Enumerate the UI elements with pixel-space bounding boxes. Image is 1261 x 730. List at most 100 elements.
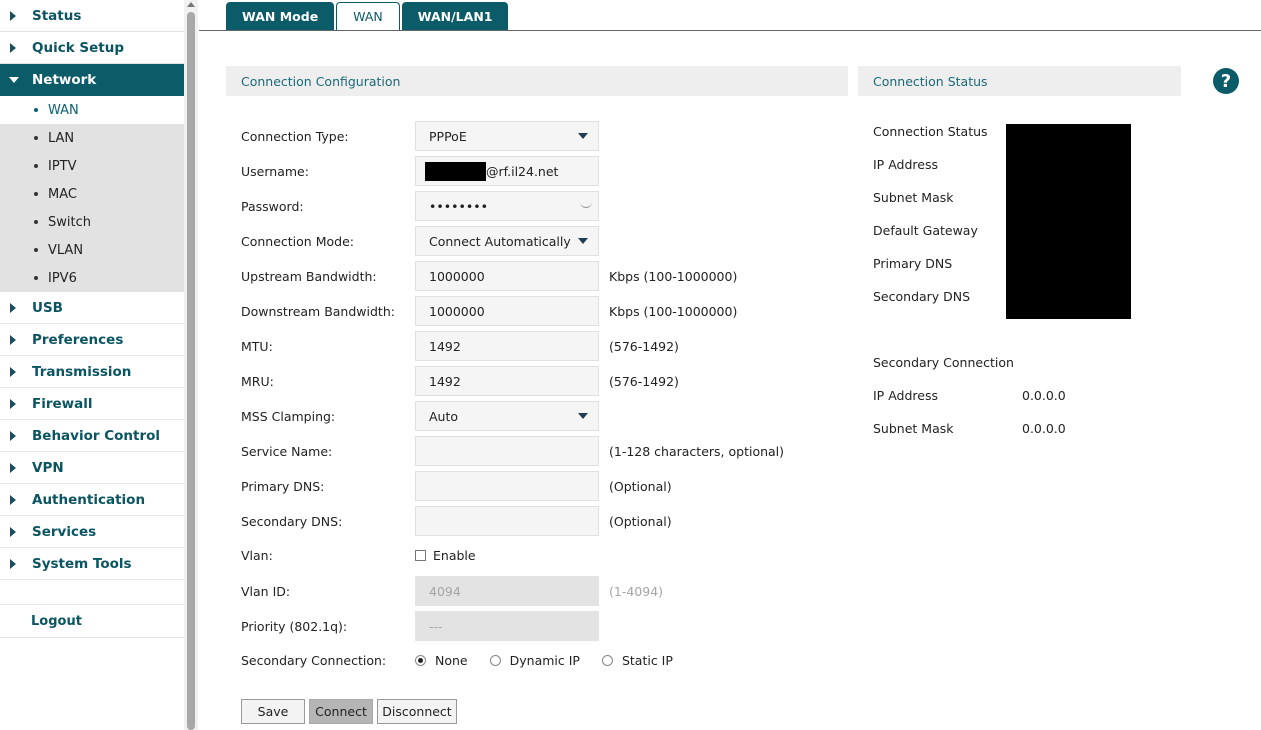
chevron-right-icon [10,398,16,409]
chevron-right-icon [10,558,16,569]
scroll-up-arrow-icon[interactable] [187,2,195,7]
vlan-enable-checkbox[interactable] [415,549,426,561]
nav-status[interactable]: Status [0,0,184,32]
field-label: Secondary Connection: [241,652,387,668]
nav-services[interactable]: Services [0,516,184,548]
vlan-id-input: 4094 [415,576,599,606]
nav-transmission[interactable]: Transmission [0,356,184,388]
service-name-input[interactable] [415,436,599,466]
connect-button[interactable]: Connect [309,699,373,724]
radio-label: None [435,652,468,668]
tab-wan-lan1[interactable]: WAN/LAN1 [401,2,509,30]
redacted-block [1006,124,1131,319]
tab-wan-mode[interactable]: WAN Mode [226,2,335,30]
chevron-right-icon [10,334,16,345]
nav-sub-vlan[interactable]: VLAN [0,236,184,264]
field-label: Vlan: [241,547,273,563]
dropdown-arrow-icon [578,133,588,139]
nav-system-tools[interactable]: System Tools [0,548,184,580]
tab-wan[interactable]: WAN [336,2,400,31]
field-label: Service Name: [241,443,333,459]
nav-label: Preferences [32,331,124,348]
status-label: IP Address [873,388,938,403]
mss-clamping-select[interactable]: Auto [415,401,599,431]
row-username: Username: @rf.il24.net [241,156,599,186]
radio-dynamic-ip[interactable] [489,654,501,666]
network-submenu: WAN LAN IPTV MAC Switch VLAN IPV6 [0,96,184,292]
row-priority: Priority (802.1q): --- [241,611,599,641]
nav-preferences[interactable]: Preferences [0,324,184,356]
nav-label: Behavior Control [32,427,161,444]
field-label: Downstream Bandwidth: [241,303,395,319]
upstream-bandwidth-input[interactable]: 1000000 [415,261,599,291]
redacted-block [425,161,486,181]
nav-label: Firewall [32,395,93,412]
row-connection-type: Connection Type: PPPoE [241,121,599,151]
mru-input[interactable]: 1492 [415,366,599,396]
select-value: Connect Automatically [429,233,571,249]
nav-sub-ipv6[interactable]: IPV6 [0,264,184,292]
status-value: 0.0.0.0 [1022,388,1066,403]
connection-mode-select[interactable]: Connect Automatically [415,226,599,256]
field-hint: (1-4094) [609,583,664,599]
secondary-dns-input[interactable] [415,506,599,536]
connection-type-select[interactable]: PPPoE [415,121,599,151]
status-label: Secondary DNS [873,289,971,304]
select-value: PPPoE [429,128,467,144]
sub-label: Switch [48,214,91,230]
nav-sub-iptv[interactable]: IPTV [0,152,184,180]
nav-sub-switch[interactable]: Switch [0,208,184,236]
disconnect-button[interactable]: Disconnect [377,699,457,724]
row-password: Password: •••••••• [241,191,599,221]
field-label: Connection Type: [241,128,349,144]
sub-label: IPV6 [48,270,77,286]
status-label: Subnet Mask [873,190,954,205]
nav-label: System Tools [32,555,132,572]
priority-select: --- [415,611,599,641]
row-primary-dns: Primary DNS: (Optional) [241,471,672,501]
nav-network[interactable]: Network [0,64,184,96]
status-label: Subnet Mask [873,421,954,436]
nav-label: VPN [32,459,64,476]
chevron-right-icon [10,302,16,313]
nav-label: Transmission [32,363,132,380]
downstream-bandwidth-input[interactable]: 1000000 [415,296,599,326]
nav-quick-setup[interactable]: Quick Setup [0,32,184,64]
nav-authentication[interactable]: Authentication [0,484,184,516]
radio-label: Static IP [621,652,673,668]
field-hint: (576-1492) [609,373,679,389]
dropdown-arrow-icon [578,413,588,419]
bullet-icon [34,220,38,224]
help-icon[interactable]: ? [1213,68,1239,94]
nav-sub-lan[interactable]: LAN [0,124,184,152]
radio-none[interactable] [415,654,426,666]
sidebar-scrollbar[interactable] [184,0,198,730]
radio-static-ip[interactable] [601,654,613,666]
username-input[interactable]: @rf.il24.net [415,156,599,186]
primary-dns-input[interactable] [415,471,599,501]
field-label: Vlan ID: [241,583,291,599]
field-hint: Kbps (100-1000000) [609,268,738,284]
chevron-right-icon [10,10,16,21]
nav-usb[interactable]: USB [0,292,184,324]
eye-closed-icon[interactable] [580,201,592,208]
mtu-input[interactable]: 1492 [415,331,599,361]
password-input[interactable]: •••••••• [415,191,599,221]
save-button[interactable]: Save [241,699,305,724]
connection-status-header: Connection Status [858,66,1181,96]
nav-firewall[interactable]: Firewall [0,388,184,420]
nav-label: Services [32,523,97,540]
nav-vpn[interactable]: VPN [0,452,184,484]
scroll-thumb[interactable] [187,12,195,730]
dropdown-arrow-icon [578,238,588,244]
bullet-icon [34,248,38,252]
row-vlan: Vlan: Enable [241,540,476,570]
nav-sub-wan[interactable]: WAN [0,96,184,124]
secondary-connection-title: Secondary Connection [873,355,1014,370]
nav-sub-mac[interactable]: MAC [0,180,184,208]
connection-config-header: Connection Configuration [226,66,848,96]
field-hint: (Optional) [609,478,672,494]
nav-behavior-control[interactable]: Behavior Control [0,420,184,452]
tab-bar: WAN Mode WAN WAN/LAN1 [226,2,509,31]
logout-button[interactable]: Logout [0,604,184,638]
